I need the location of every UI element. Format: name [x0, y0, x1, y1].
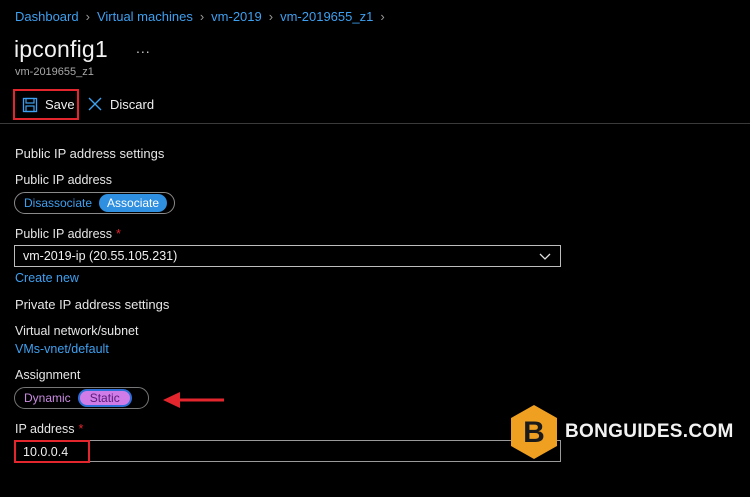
public-ip-select-label-text: Public IP address: [15, 227, 113, 241]
breadcrumb: Dashboard › Virtual machines › vm-2019 ›…: [15, 9, 392, 24]
save-icon: [22, 97, 38, 112]
vnet-label: Virtual network/subnet: [15, 324, 139, 338]
breadcrumb-vm[interactable]: vm-2019: [211, 9, 262, 24]
page-title: ipconfig1: [14, 36, 108, 62]
watermark-text: BONGUIDES.COM: [565, 421, 734, 442]
create-new-link[interactable]: Create new: [15, 271, 79, 285]
chevron-down-icon: [539, 253, 551, 260]
vnet-link[interactable]: VMs-vnet/default: [15, 342, 109, 356]
public-ip-toggle: Disassociate Associate: [14, 192, 175, 214]
ip-address-label: IP address *: [15, 422, 83, 436]
breadcrumb-nic[interactable]: vm-2019655_z1: [280, 9, 373, 24]
public-ip-select-value: vm-2019-ip (20.55.105.231): [23, 249, 178, 263]
discard-button[interactable]: Discard: [87, 96, 154, 112]
ip-address-value: 10.0.0.4: [23, 444, 69, 459]
public-ip-toggle-label: Public IP address: [15, 173, 113, 187]
page-subtitle: vm-2019655_z1: [15, 66, 94, 78]
public-ip-select[interactable]: vm-2019-ip (20.55.105.231): [14, 245, 561, 267]
chevron-right-icon: ›: [199, 9, 205, 24]
required-mark: *: [116, 227, 121, 241]
toolbar-divider: [0, 123, 750, 124]
arrow-left-icon: [163, 392, 224, 408]
chevron-right-icon: ›: [380, 9, 385, 24]
ip-address-input[interactable]: [14, 440, 561, 462]
save-button-label: Save: [45, 97, 75, 112]
toggle-option-dynamic[interactable]: Dynamic: [17, 389, 78, 407]
toggle-option-disassociate[interactable]: Disassociate: [17, 194, 99, 212]
required-mark: *: [78, 422, 84, 436]
logo-letter: B: [523, 416, 545, 449]
breadcrumb-virtual-machines[interactable]: Virtual machines: [97, 9, 193, 24]
watermark: B BONGUIDES.COM: [509, 404, 734, 460]
chevron-right-icon: ›: [85, 9, 90, 24]
public-ip-section-title: Public IP address settings: [15, 146, 165, 161]
ip-address-label-text: IP address: [15, 422, 75, 436]
toggle-option-associate[interactable]: Associate: [99, 194, 168, 212]
save-button[interactable]: Save: [13, 89, 79, 120]
toggle-option-static[interactable]: Static: [77, 389, 132, 407]
bonguides-logo-icon: B: [511, 405, 557, 459]
public-ip-select-label: Public IP address *: [15, 227, 121, 241]
ip-address-value-highlight[interactable]: 10.0.0.4: [14, 440, 90, 463]
discard-button-label: Discard: [110, 96, 155, 112]
assignment-label: Assignment: [15, 368, 81, 382]
close-icon: [88, 97, 102, 111]
breadcrumb-dashboard[interactable]: Dashboard: [15, 9, 79, 24]
chevron-right-icon: ›: [268, 9, 274, 24]
assignment-toggle: Dynamic Static: [14, 387, 149, 409]
more-options-button[interactable]: ...: [136, 40, 151, 56]
private-ip-section-title: Private IP address settings: [15, 297, 170, 312]
